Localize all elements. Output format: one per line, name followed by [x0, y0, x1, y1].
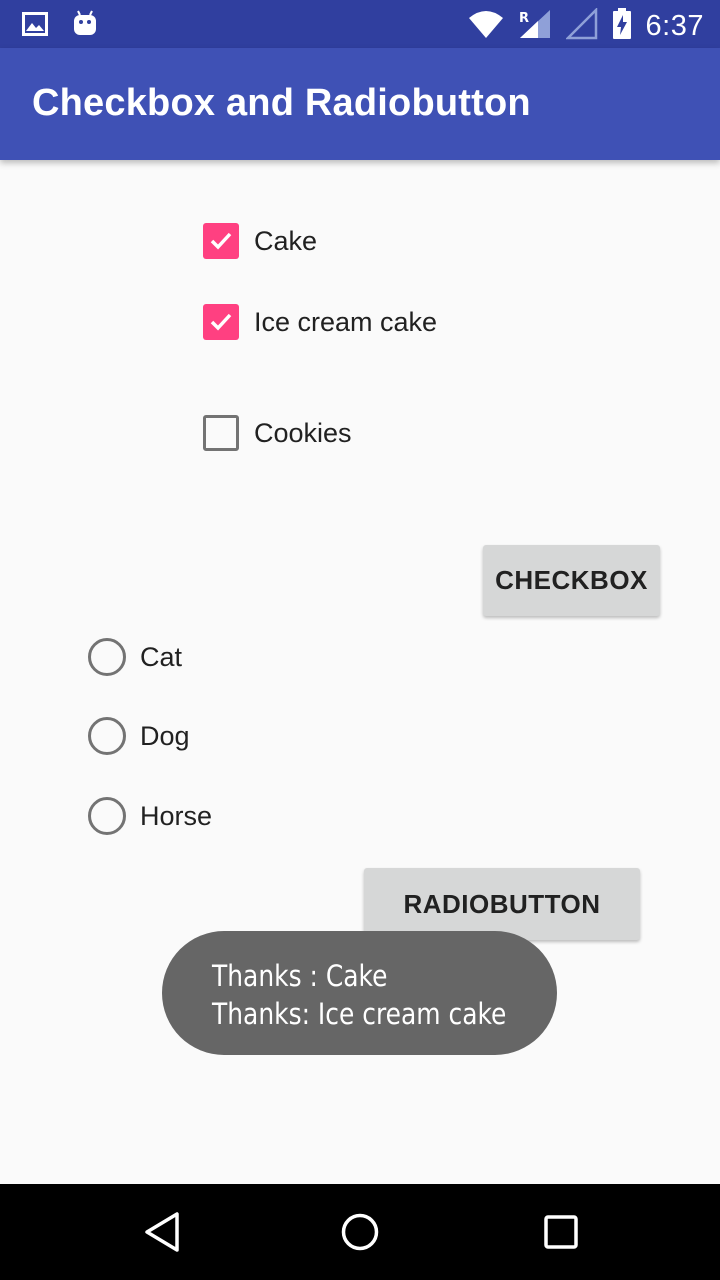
recents-icon[interactable]: [541, 1210, 581, 1259]
status-time: 6:37: [645, 10, 704, 42]
radio-label: Horse: [140, 800, 213, 831]
signal-roaming-icon: R: [518, 8, 552, 45]
svg-text:R: R: [519, 11, 529, 26]
android-icon: [72, 10, 98, 43]
radio-cat[interactable]: Cat: [88, 638, 182, 676]
image-icon: [22, 12, 48, 41]
checkbox-button[interactable]: CHECKBOX: [483, 545, 660, 616]
checkbox-ice-cream-cake[interactable]: Ice cream cake: [203, 304, 437, 340]
battery-charging-icon: [612, 8, 632, 45]
wifi-icon: [468, 10, 504, 43]
radio-horse[interactable]: Horse: [88, 797, 212, 835]
status-bar: R 6:37: [0, 0, 720, 48]
radio-unselected-icon[interactable]: [88, 717, 126, 755]
checkbox-cookies[interactable]: Cookies: [203, 415, 352, 451]
checkbox-checked-icon[interactable]: [203, 223, 239, 259]
signal-empty-icon: [564, 6, 598, 45]
checkbox-label: Cookies: [254, 417, 352, 448]
radio-label: Dog: [140, 720, 190, 751]
toast-line: Thanks : Cake: [212, 959, 388, 993]
radio-dog[interactable]: Dog: [88, 717, 190, 755]
radio-label: Cat: [140, 641, 183, 672]
checkbox-checked-icon[interactable]: [203, 304, 239, 340]
app-bar: Checkbox and Radiobutton: [0, 48, 720, 160]
toast-line: Thanks: Ice cream cake: [212, 997, 507, 1031]
checkbox-label: Cake: [254, 225, 318, 256]
home-icon[interactable]: [340, 1210, 380, 1259]
radio-unselected-icon[interactable]: [88, 638, 126, 676]
back-icon[interactable]: [142, 1210, 182, 1259]
checkbox-label: Ice cream cake: [254, 306, 438, 337]
navigation-bar: [0, 1184, 720, 1280]
radiobutton-button[interactable]: RADIOBUTTON: [364, 868, 640, 940]
checkbox-cake[interactable]: Cake: [203, 223, 317, 259]
page-title: Checkbox and Radiobutton: [32, 82, 531, 124]
checkbox-unchecked-icon[interactable]: [203, 415, 239, 451]
radio-unselected-icon[interactable]: [88, 797, 126, 835]
toast-message: Thanks : Cake Thanks: Ice cream cake: [162, 931, 557, 1055]
